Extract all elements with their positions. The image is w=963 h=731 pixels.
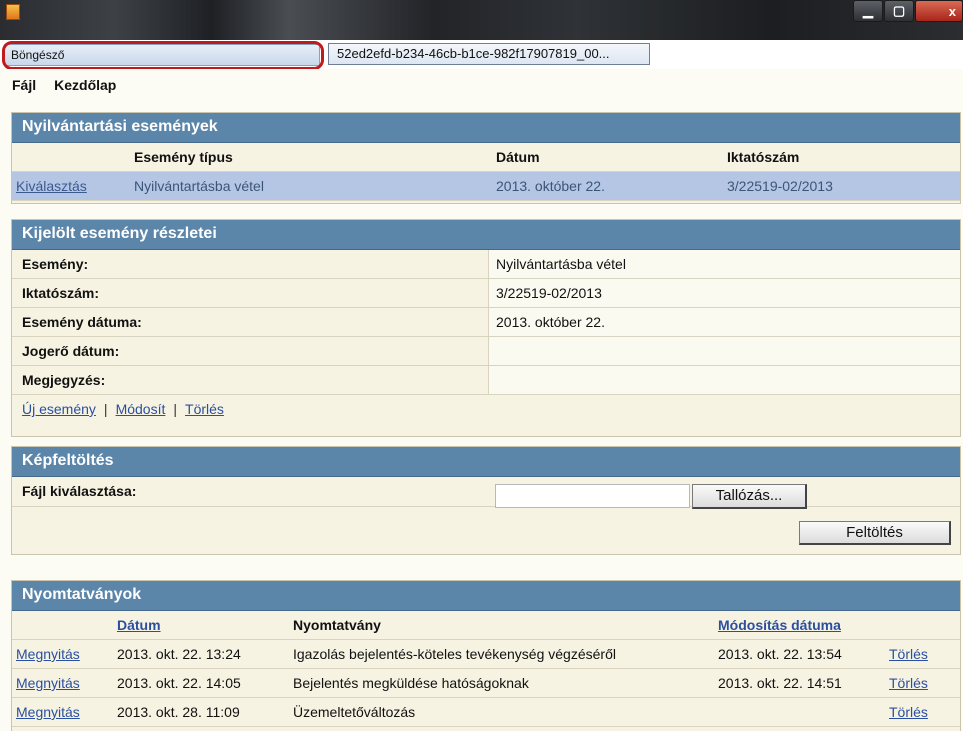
upload-file-row: Fájl kiválasztása: bbox=[12, 477, 960, 507]
new-event-link[interactable]: Új esemény bbox=[22, 401, 96, 417]
forms-header-date: Dátum bbox=[107, 617, 283, 633]
detail-value: 3/22519-02/2013 bbox=[489, 279, 960, 307]
forms-row-form: Igazolás bejelentés-köteles tevékenység … bbox=[293, 646, 616, 662]
events-header-date: Dátum bbox=[496, 149, 540, 165]
sort-date-link[interactable]: Dátum bbox=[117, 617, 161, 633]
action-separator: | bbox=[103, 401, 108, 417]
events-row-date: 2013. október 22. bbox=[496, 178, 605, 194]
open-form-link[interactable]: Megnyitás bbox=[16, 675, 80, 691]
forms-row-date: 2013. okt. 28. 11:09 bbox=[117, 704, 240, 720]
detail-value bbox=[489, 366, 960, 394]
detail-row-date: Esemény dátuma: 2013. október 22. bbox=[12, 308, 960, 337]
forms-panel-title: Nyomtatványok bbox=[12, 581, 960, 611]
forms-row-form: Bejelentés megküldése hatóságoknak bbox=[293, 675, 529, 691]
delete-event-link[interactable]: Törlés bbox=[185, 401, 224, 417]
detail-value: Nyilvántartásba vétel bbox=[489, 250, 960, 278]
forms-panel: Nyomtatványok Dátum Nyomtatvány Módosítá… bbox=[11, 580, 961, 731]
forms-row-open: Megnyitás bbox=[12, 704, 107, 720]
forms-row-date: 2013. okt. 22. 14:05 bbox=[117, 675, 241, 691]
upload-button[interactable]: Feltöltés bbox=[799, 521, 951, 545]
events-header-row: Esemény típus Dátum Iktatószám bbox=[12, 143, 960, 172]
modify-link[interactable]: Módosít bbox=[116, 401, 166, 417]
delete-form-link[interactable]: Törlés bbox=[889, 704, 928, 720]
action-separator: | bbox=[173, 401, 178, 417]
forms-row-form: Üzemeltetőváltozás bbox=[293, 704, 416, 720]
tab-browser[interactable]: Böngésző bbox=[4, 44, 320, 66]
delete-form-link[interactable]: Törlés bbox=[889, 675, 928, 691]
menu-item-file[interactable]: Fájl bbox=[12, 77, 36, 93]
close-button[interactable]: x bbox=[915, 0, 963, 22]
forms-row: Megnyitás 2013. okt. 28. 11:09 Üzemeltet… bbox=[12, 698, 960, 727]
file-select-label: Fájl kiválasztása: bbox=[22, 483, 137, 499]
forms-row-date: 2013. okt. 22. 13:24 bbox=[117, 646, 241, 662]
events-row[interactable]: Kiválasztás Nyilvántartásba vétel 2013. … bbox=[12, 172, 960, 201]
detail-row-number: Iktatószám: 3/22519-02/2013 bbox=[12, 279, 960, 308]
detail-label: Jogerő dátum: bbox=[12, 337, 489, 365]
forms-row-delete: Törlés bbox=[879, 646, 960, 662]
tab-document[interactable]: 52ed2efd-b234-46cb-b1ce-982f17907819_00.… bbox=[328, 43, 650, 65]
events-row-select: Kiválasztás bbox=[12, 178, 124, 194]
forms-row-delete: Törlés bbox=[879, 704, 960, 720]
forms-row: Megnyitás 2013. okt. 22. 13:24 Igazolás … bbox=[12, 640, 960, 669]
window-title-bar: ▁ ▢ x bbox=[0, 0, 963, 40]
upload-panel: Képfeltöltés Fájl kiválasztása: Tallózás… bbox=[11, 446, 961, 555]
detail-row-event: Esemény: Nyilvántartásba vétel bbox=[12, 250, 960, 279]
details-actions: Új esemény | Módosít | Törlés bbox=[12, 395, 960, 425]
forms-header-form: Nyomtatvány bbox=[293, 617, 381, 633]
detail-value bbox=[489, 337, 960, 365]
sort-modified-link[interactable]: Módosítás dátuma bbox=[718, 617, 841, 633]
detail-value: 2013. október 22. bbox=[489, 308, 960, 336]
forms-row: Megnyitás 2013. okt. 22. 14:05 Bejelenté… bbox=[12, 669, 960, 698]
detail-row-note: Megjegyzés: bbox=[12, 366, 960, 395]
forms-row-open: Megnyitás bbox=[12, 675, 107, 691]
events-header-number: Iktatószám bbox=[727, 149, 800, 165]
open-form-link[interactable]: Megnyitás bbox=[16, 704, 80, 720]
forms-row-open: Megnyitás bbox=[12, 646, 107, 662]
details-panel-title: Kijelölt esemény részletei bbox=[12, 220, 960, 250]
events-header-type: Esemény típus bbox=[134, 149, 233, 165]
menu-item-home[interactable]: Kezdőlap bbox=[54, 77, 116, 93]
window-controls: ▁ ▢ x bbox=[852, 0, 963, 24]
forms-row-modified: 2013. okt. 22. 13:54 bbox=[718, 646, 842, 662]
delete-form-link[interactable]: Törlés bbox=[889, 646, 928, 662]
detail-label: Esemény: bbox=[12, 250, 489, 278]
events-row-type: Nyilvántartásba vétel bbox=[134, 178, 264, 194]
minimize-button[interactable]: ▁ bbox=[853, 0, 883, 22]
maximize-button[interactable]: ▢ bbox=[884, 0, 914, 22]
upload-panel-title: Képfeltöltés bbox=[12, 447, 960, 477]
detail-label: Esemény dátuma: bbox=[12, 308, 489, 336]
events-panel-title: Nyilvántartási események bbox=[12, 113, 960, 143]
tab-strip: Böngésző 52ed2efd-b234-46cb-b1ce-982f179… bbox=[0, 40, 963, 70]
menu-bar: Fájl Kezdőlap bbox=[0, 69, 963, 101]
details-panel: Kijelölt esemény részletei Esemény: Nyil… bbox=[11, 219, 961, 437]
app-icon bbox=[6, 4, 20, 20]
detail-label: Iktatószám: bbox=[12, 279, 489, 307]
browse-button[interactable]: Tallózás... bbox=[692, 484, 807, 509]
forms-row-modified: 2013. okt. 22. 14:51 bbox=[718, 675, 842, 691]
events-panel: Nyilvántartási események Esemény típus D… bbox=[11, 112, 961, 204]
detail-row-legal-date: Jogerő dátum: bbox=[12, 337, 960, 366]
forms-header-modified: Módosítás dátuma bbox=[708, 617, 879, 633]
detail-label: Megjegyzés: bbox=[12, 366, 489, 394]
select-event-link[interactable]: Kiválasztás bbox=[16, 178, 87, 194]
file-path-input[interactable] bbox=[495, 484, 690, 508]
forms-row-delete: Törlés bbox=[879, 675, 960, 691]
forms-header-row: Dátum Nyomtatvány Módosítás dátuma bbox=[12, 611, 960, 640]
open-form-link[interactable]: Megnyitás bbox=[16, 646, 80, 662]
events-row-number: 3/22519-02/2013 bbox=[727, 178, 833, 194]
